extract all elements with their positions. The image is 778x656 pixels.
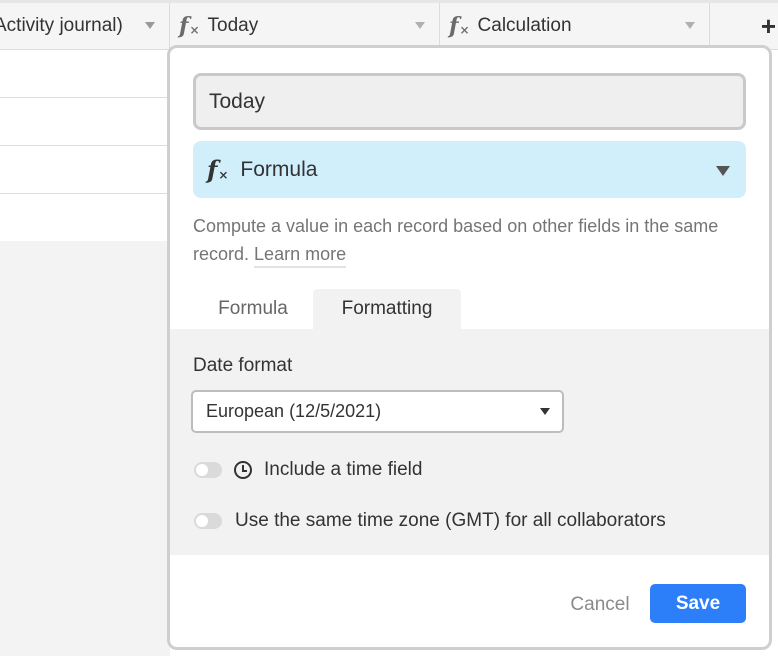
date-format-select[interactable]: European (12/5/2021): [191, 390, 564, 433]
screen: Activity journal) f × Today f × Calculatio…: [0, 0, 778, 656]
field-type-label: Formula: [240, 157, 318, 181]
include-time-label: Include a time field: [264, 459, 423, 480]
tab-formula[interactable]: Formula: [193, 289, 313, 329]
chevron-down-icon[interactable]: [685, 22, 695, 29]
clock-icon: [234, 461, 252, 479]
field-type-select[interactable]: f × Formula: [193, 141, 746, 198]
column-header-label: Activity journal): [0, 15, 123, 36]
formula-icon: f ×: [207, 154, 229, 184]
table-row[interactable]: [0, 146, 170, 194]
chevron-down-icon[interactable]: [415, 22, 425, 29]
grid-header: Activity journal) f × Today f × Calculatio…: [0, 0, 778, 50]
cancel-button[interactable]: Cancel: [560, 586, 640, 624]
column-header-today[interactable]: f × Today: [170, 3, 440, 49]
formula-icon: f ×: [449, 13, 470, 39]
column-header-activity-journal[interactable]: Activity journal): [0, 3, 170, 49]
column-header-calculation[interactable]: f × Calculation: [440, 3, 710, 49]
column-header-label: Today: [207, 15, 259, 36]
grid-empty-area: [0, 241, 170, 656]
include-time-toggle[interactable]: [194, 462, 222, 478]
editor-tabs: Formula Formatting: [170, 289, 769, 329]
same-timezone-label: Use the same time zone (GMT) for all col…: [235, 510, 666, 531]
same-timezone-toggle[interactable]: [194, 513, 222, 529]
save-button[interactable]: Save: [650, 584, 746, 623]
formula-icon: f ×: [179, 13, 200, 39]
date-format-label: Date format: [193, 355, 293, 376]
chevron-down-icon: [540, 408, 550, 415]
chevron-down-icon: [716, 166, 730, 176]
date-format-value: European (12/5/2021): [206, 401, 382, 421]
field-name-input[interactable]: [193, 73, 746, 130]
chevron-down-icon[interactable]: [145, 22, 155, 29]
learn-more-link[interactable]: Learn more: [254, 244, 347, 268]
same-timezone-row: Use the same time zone (GMT) for all col…: [194, 510, 666, 532]
table-row[interactable]: [0, 98, 170, 146]
column-header-label: Calculation: [477, 15, 572, 36]
plus-icon: +: [760, 10, 776, 41]
formatting-panel: Date format European (12/5/2021) Include…: [170, 329, 769, 555]
table-row[interactable]: [0, 50, 170, 98]
field-editor-dialog: f× Formula Compute a value in each recor…: [167, 45, 772, 650]
include-time-row: Include a time field: [194, 459, 422, 481]
field-type-description: Compute a value in each record based on …: [193, 212, 733, 268]
tab-formatting[interactable]: Formatting: [313, 289, 461, 329]
table-row[interactable]: [0, 194, 170, 242]
add-column-button[interactable]: +: [710, 3, 778, 49]
